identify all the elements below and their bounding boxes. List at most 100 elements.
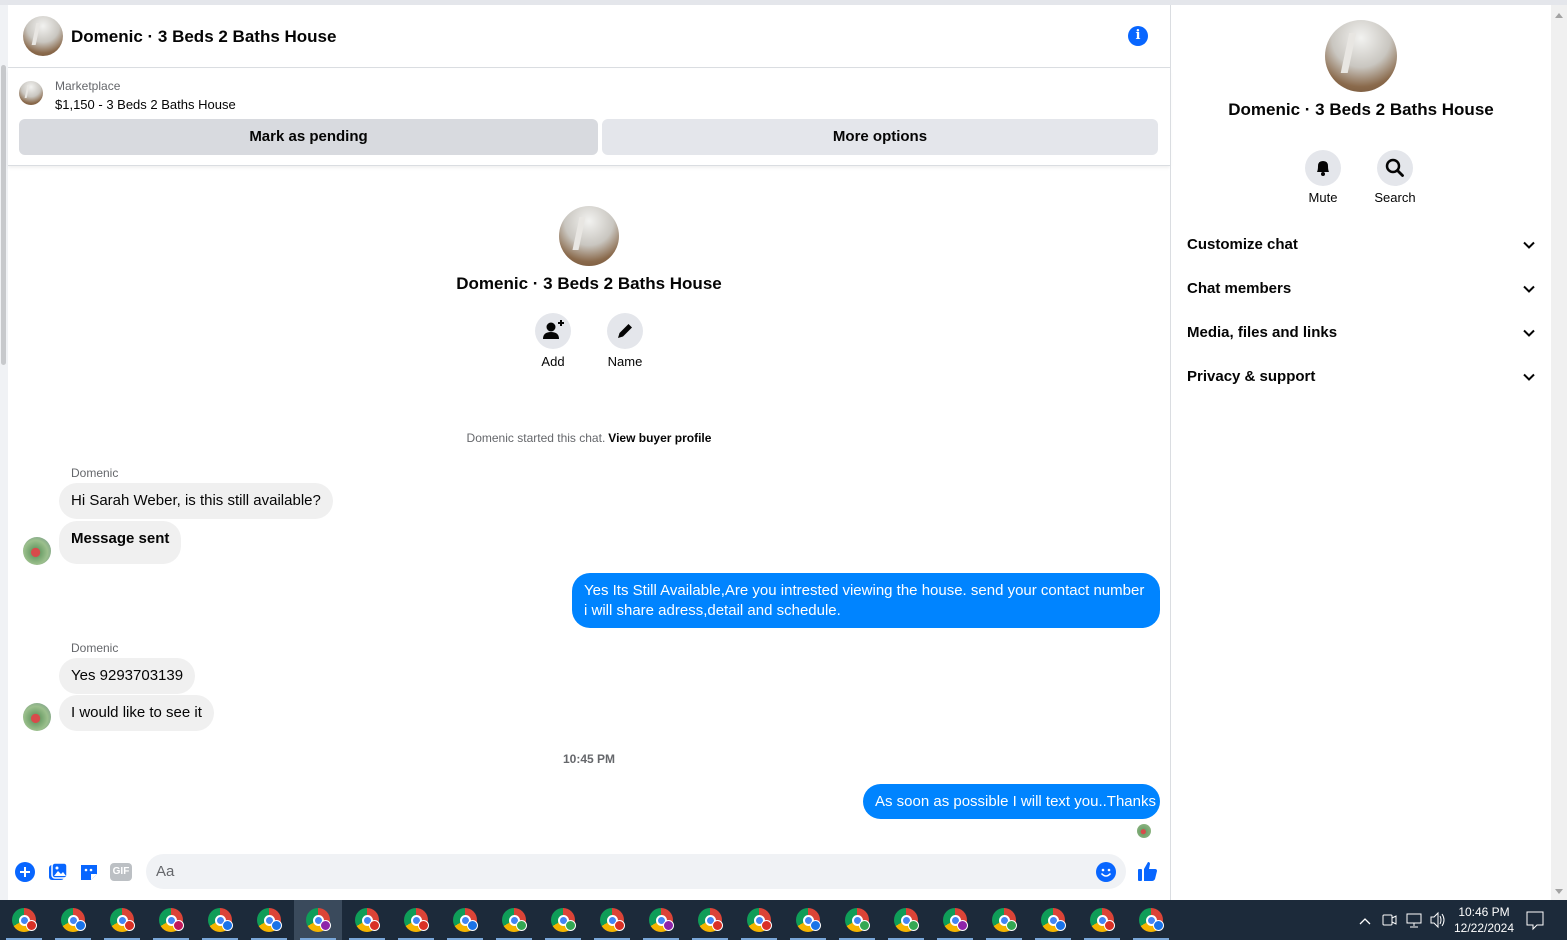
search-icon xyxy=(1385,158,1404,177)
profile-badge-icon xyxy=(1006,920,1017,931)
profile-badge-icon xyxy=(614,920,625,931)
bell-icon xyxy=(1317,161,1329,176)
sticker-icon[interactable] xyxy=(79,862,99,882)
message-input[interactable] xyxy=(146,854,1046,889)
plus-icon[interactable] xyxy=(15,862,35,882)
taskbar-chrome-window[interactable] xyxy=(0,900,48,940)
section-label: Chat members xyxy=(1187,280,1292,297)
taskbar-chrome-window[interactable] xyxy=(441,900,489,940)
page-scrollbar[interactable] xyxy=(1551,5,1567,900)
taskbar-chrome-window[interactable] xyxy=(735,900,783,940)
taskbar-chrome-window[interactable] xyxy=(1029,900,1077,940)
taskbar-chrome-window[interactable] xyxy=(490,900,538,940)
taskbar-chrome-window[interactable] xyxy=(49,900,97,940)
search-button[interactable] xyxy=(1377,150,1413,186)
more-options-button[interactable]: More options xyxy=(602,119,1158,155)
message-bubble-incoming[interactable]: Message sent xyxy=(59,521,182,564)
section-label: Customize chat xyxy=(1187,236,1298,253)
mute-button[interactable] xyxy=(1305,150,1341,186)
sender-avatar[interactable] xyxy=(23,537,51,565)
windows-taskbar: 10:46 PM 12/22/2024 xyxy=(0,900,1567,940)
taskbar-chrome-window[interactable] xyxy=(784,900,832,940)
chat-info-panel: Domenic · 3 Beds 2 Baths House Mute Sear… xyxy=(1171,5,1551,900)
profile-badge-icon xyxy=(271,920,282,931)
chat-members-section[interactable]: Chat members xyxy=(1187,271,1535,307)
notifications-icon[interactable] xyxy=(1524,900,1546,940)
panel-title: Domenic · 3 Beds 2 Baths House xyxy=(1228,100,1494,119)
taskbar-chrome-window[interactable] xyxy=(98,900,146,940)
message-input-container[interactable] xyxy=(146,854,1126,889)
taskbar-chrome-window[interactable] xyxy=(833,900,881,940)
network-icon[interactable] xyxy=(1405,900,1423,940)
meet-now-icon[interactable] xyxy=(1382,900,1398,940)
chevron-down-icon xyxy=(1523,285,1535,293)
emoji-icon[interactable] xyxy=(1096,862,1116,882)
profile-badge-icon xyxy=(1153,920,1164,931)
taskbar-chrome-window[interactable] xyxy=(196,900,244,940)
taskbar-chrome-window[interactable] xyxy=(588,900,636,940)
profile-badge-icon xyxy=(859,920,870,931)
left-scrollbar[interactable] xyxy=(0,5,8,900)
message-bubble-outgoing[interactable]: Yes Its Still Available,Are you intreste… xyxy=(572,573,1160,628)
left-scroll-thumb[interactable] xyxy=(1,65,6,365)
clock-time: 10:46 PM xyxy=(1458,905,1510,919)
taskbar-chrome-window[interactable] xyxy=(294,900,342,940)
taskbar-chrome-window[interactable] xyxy=(245,900,293,940)
messenger-window: Domenic · 3 Beds 2 Baths House i Marketp… xyxy=(0,0,1567,900)
chat-avatar[interactable] xyxy=(23,16,63,56)
view-buyer-profile-link[interactable]: View buyer profile xyxy=(608,431,711,445)
scroll-down-arrow[interactable] xyxy=(1555,889,1563,894)
listing-title[interactable]: $1,150 - 3 Beds 2 Baths House xyxy=(55,97,236,112)
profile-badge-icon xyxy=(663,920,674,931)
chevron-down-icon xyxy=(1523,241,1535,249)
started-text: Domenic started this chat. xyxy=(466,431,606,445)
profile-badge-icon xyxy=(908,920,919,931)
system-clock[interactable]: 10:46 PM 12/22/2024 xyxy=(1445,904,1523,936)
sender-name: Domenic xyxy=(71,466,119,480)
message-bubble-incoming[interactable]: I would like to see it xyxy=(59,695,214,731)
profile-badge-icon xyxy=(712,920,723,931)
mark-as-pending-button[interactable]: Mark as pending xyxy=(19,119,598,155)
scroll-up-arrow[interactable] xyxy=(1555,13,1563,18)
marketplace-label: Marketplace xyxy=(55,79,121,93)
add-person-icon xyxy=(543,320,564,339)
privacy-support-section[interactable]: Privacy & support xyxy=(1187,359,1535,395)
section-label: Privacy & support xyxy=(1187,368,1316,385)
customize-chat-section[interactable]: Customize chat xyxy=(1187,227,1535,263)
taskbar-chrome-window[interactable] xyxy=(882,900,930,940)
seen-receipt-avatar xyxy=(1137,824,1151,838)
message-bubble-outgoing[interactable]: As soon as possible I will text you..Tha… xyxy=(863,784,1160,819)
chat-title[interactable]: Domenic · 3 Beds 2 Baths House xyxy=(71,27,336,47)
gif-icon[interactable]: GIF xyxy=(110,863,132,881)
taskbar-chrome-window[interactable] xyxy=(686,900,734,940)
taskbar-chrome-window[interactable] xyxy=(1078,900,1126,940)
profile-badge-icon xyxy=(222,920,233,931)
taskbar-chrome-window[interactable] xyxy=(343,900,391,940)
info-icon[interactable]: i xyxy=(1128,26,1148,46)
add-people-button[interactable] xyxy=(535,313,571,349)
intro-avatar xyxy=(559,206,619,266)
profile-badge-icon xyxy=(1104,920,1115,931)
clock-date: 12/22/2024 xyxy=(1453,921,1515,935)
listing-thumbnail[interactable] xyxy=(19,81,43,105)
taskbar-chrome-window[interactable] xyxy=(637,900,685,940)
show-hidden-icons-chevron-icon[interactable] xyxy=(1358,900,1372,940)
taskbar-chrome-window[interactable] xyxy=(980,900,1028,940)
chat-header: Domenic · 3 Beds 2 Baths House i xyxy=(8,5,1170,68)
taskbar-chrome-window[interactable] xyxy=(931,900,979,940)
taskbar-chrome-window[interactable] xyxy=(147,900,195,940)
sender-avatar[interactable] xyxy=(23,703,51,731)
panel-avatar[interactable] xyxy=(1325,20,1397,92)
media-files-links-section[interactable]: Media, files and links xyxy=(1187,315,1535,351)
photo-icon[interactable] xyxy=(48,862,68,882)
name-button[interactable] xyxy=(607,313,643,349)
taskbar-chrome-window[interactable] xyxy=(539,900,587,940)
profile-badge-icon xyxy=(75,920,86,931)
profile-badge-icon xyxy=(1055,920,1066,931)
taskbar-chrome-window[interactable] xyxy=(392,900,440,940)
profile-badge-icon xyxy=(761,920,772,931)
message-bubble-incoming[interactable]: Yes 9293703139 xyxy=(59,658,196,694)
like-icon[interactable] xyxy=(1137,860,1159,882)
taskbar-chrome-window[interactable] xyxy=(1127,900,1175,940)
message-bubble-incoming[interactable]: Hi Sarah Weber, is this still available? xyxy=(59,483,333,519)
